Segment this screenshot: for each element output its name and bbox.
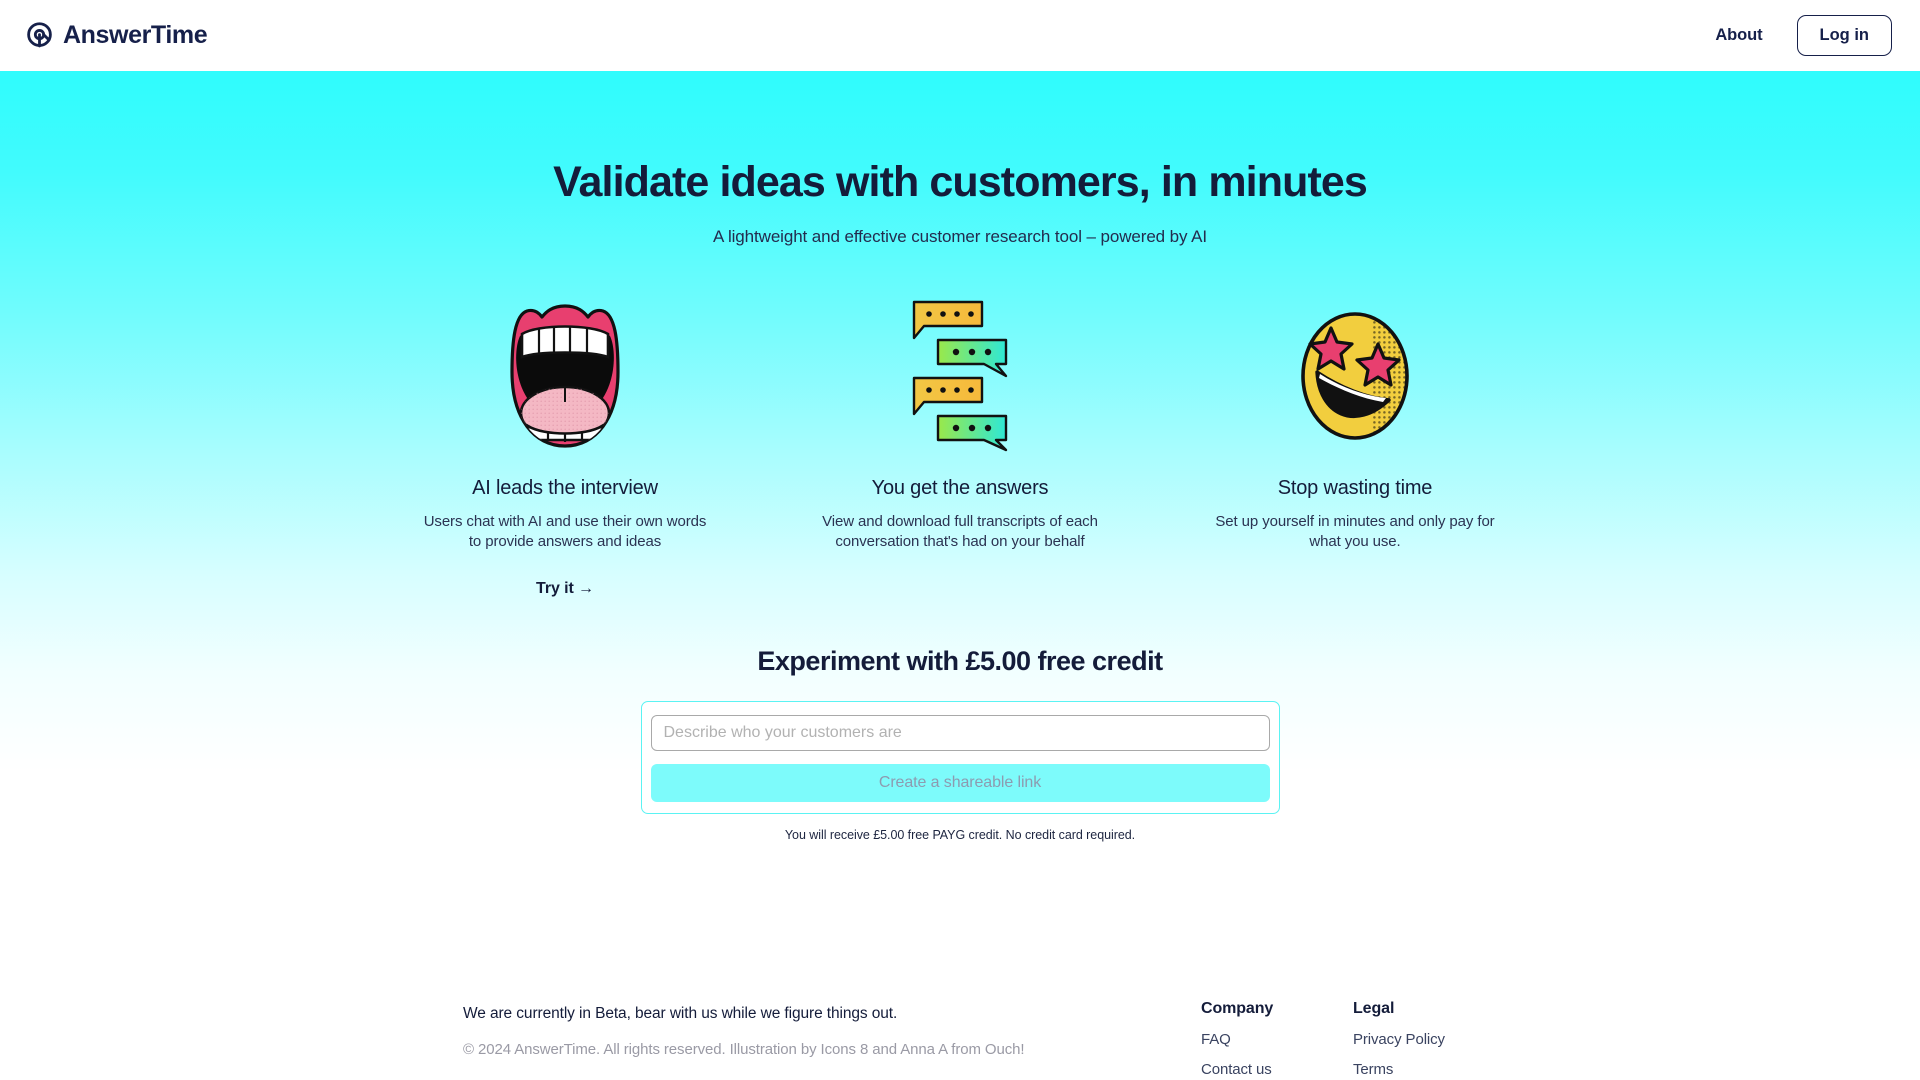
feature-description: Users chat with AI and use their own wor… xyxy=(423,513,707,551)
header-actions: About Log in xyxy=(1715,15,1892,56)
signup-section: Experiment with £5.00 free credit Create… xyxy=(0,646,1920,842)
footer-link-contact-us[interactable]: Contact us xyxy=(1201,1061,1353,1078)
footer-column-title: Legal xyxy=(1353,1000,1395,1017)
feature-card: AI leads the interview Users chat with A… xyxy=(417,300,714,598)
nav-about-link[interactable]: About xyxy=(1715,26,1762,45)
feature-title: You get the answers xyxy=(871,477,1049,500)
landing-page: AnswerTime About Log in Validate ideas w… xyxy=(0,0,1920,1080)
footer-link-faq[interactable]: FAQ xyxy=(1201,1031,1353,1048)
page-subtitle: A lightweight and effective customer res… xyxy=(713,227,1207,247)
at-circle-logo-icon xyxy=(25,21,54,50)
feature-description: View and download full transcripts of ea… xyxy=(822,513,1098,551)
footer-info: We are currently in Beta, bear with us w… xyxy=(463,1000,1201,1058)
feature-title: AI leads the interview xyxy=(472,477,658,500)
main-content: Validate ideas with customers, in minute… xyxy=(0,158,1920,842)
footer-link-privacy-policy[interactable]: Privacy Policy xyxy=(1353,1031,1505,1048)
try-it-link[interactable]: Try it → xyxy=(536,580,594,598)
page-title: Validate ideas with customers, in minute… xyxy=(553,158,1368,206)
feature-description: Set up yourself in minutes and only pay … xyxy=(1215,513,1495,551)
signup-note: You will receive £5.00 free PAYG credit.… xyxy=(784,828,1136,843)
footer-link-terms[interactable]: Terms xyxy=(1353,1061,1505,1078)
brand-logo-link[interactable]: AnswerTime xyxy=(25,21,208,50)
feature-title: Stop wasting time xyxy=(1277,477,1433,500)
beta-notice: We are currently in Beta, bear with us w… xyxy=(463,1005,898,1022)
star-struck-emoji-illustration xyxy=(1293,300,1417,452)
feature-card: Stop wasting time Set up yourself in min… xyxy=(1207,300,1504,552)
signup-form: Create a shareable link xyxy=(640,701,1280,815)
site-footer: We are currently in Beta, bear with us w… xyxy=(0,1000,1920,1078)
customer-description-input[interactable] xyxy=(650,715,1270,752)
login-button[interactable]: Log in xyxy=(1796,15,1892,56)
open-mouth-illustration xyxy=(508,300,622,452)
copyright-text: © 2024 AnswerTime. All rights reserved. … xyxy=(463,1041,1025,1058)
feature-list: AI leads the interview Users chat with A… xyxy=(0,300,1920,598)
brand-name: AnswerTime xyxy=(63,21,208,49)
site-header: AnswerTime About Log in xyxy=(0,0,1920,71)
footer-column-company: Company FAQ Contact us xyxy=(1201,1000,1353,1078)
signup-title: Experiment with £5.00 free credit xyxy=(757,646,1163,677)
create-shareable-link-button[interactable]: Create a shareable link xyxy=(650,764,1270,803)
footer-column-title: Company xyxy=(1201,1000,1274,1017)
feature-card: You get the answers View and download fu… xyxy=(812,300,1109,552)
chat-bubbles-illustration xyxy=(912,300,1008,452)
footer-column-legal: Legal Privacy Policy Terms xyxy=(1353,1000,1505,1078)
